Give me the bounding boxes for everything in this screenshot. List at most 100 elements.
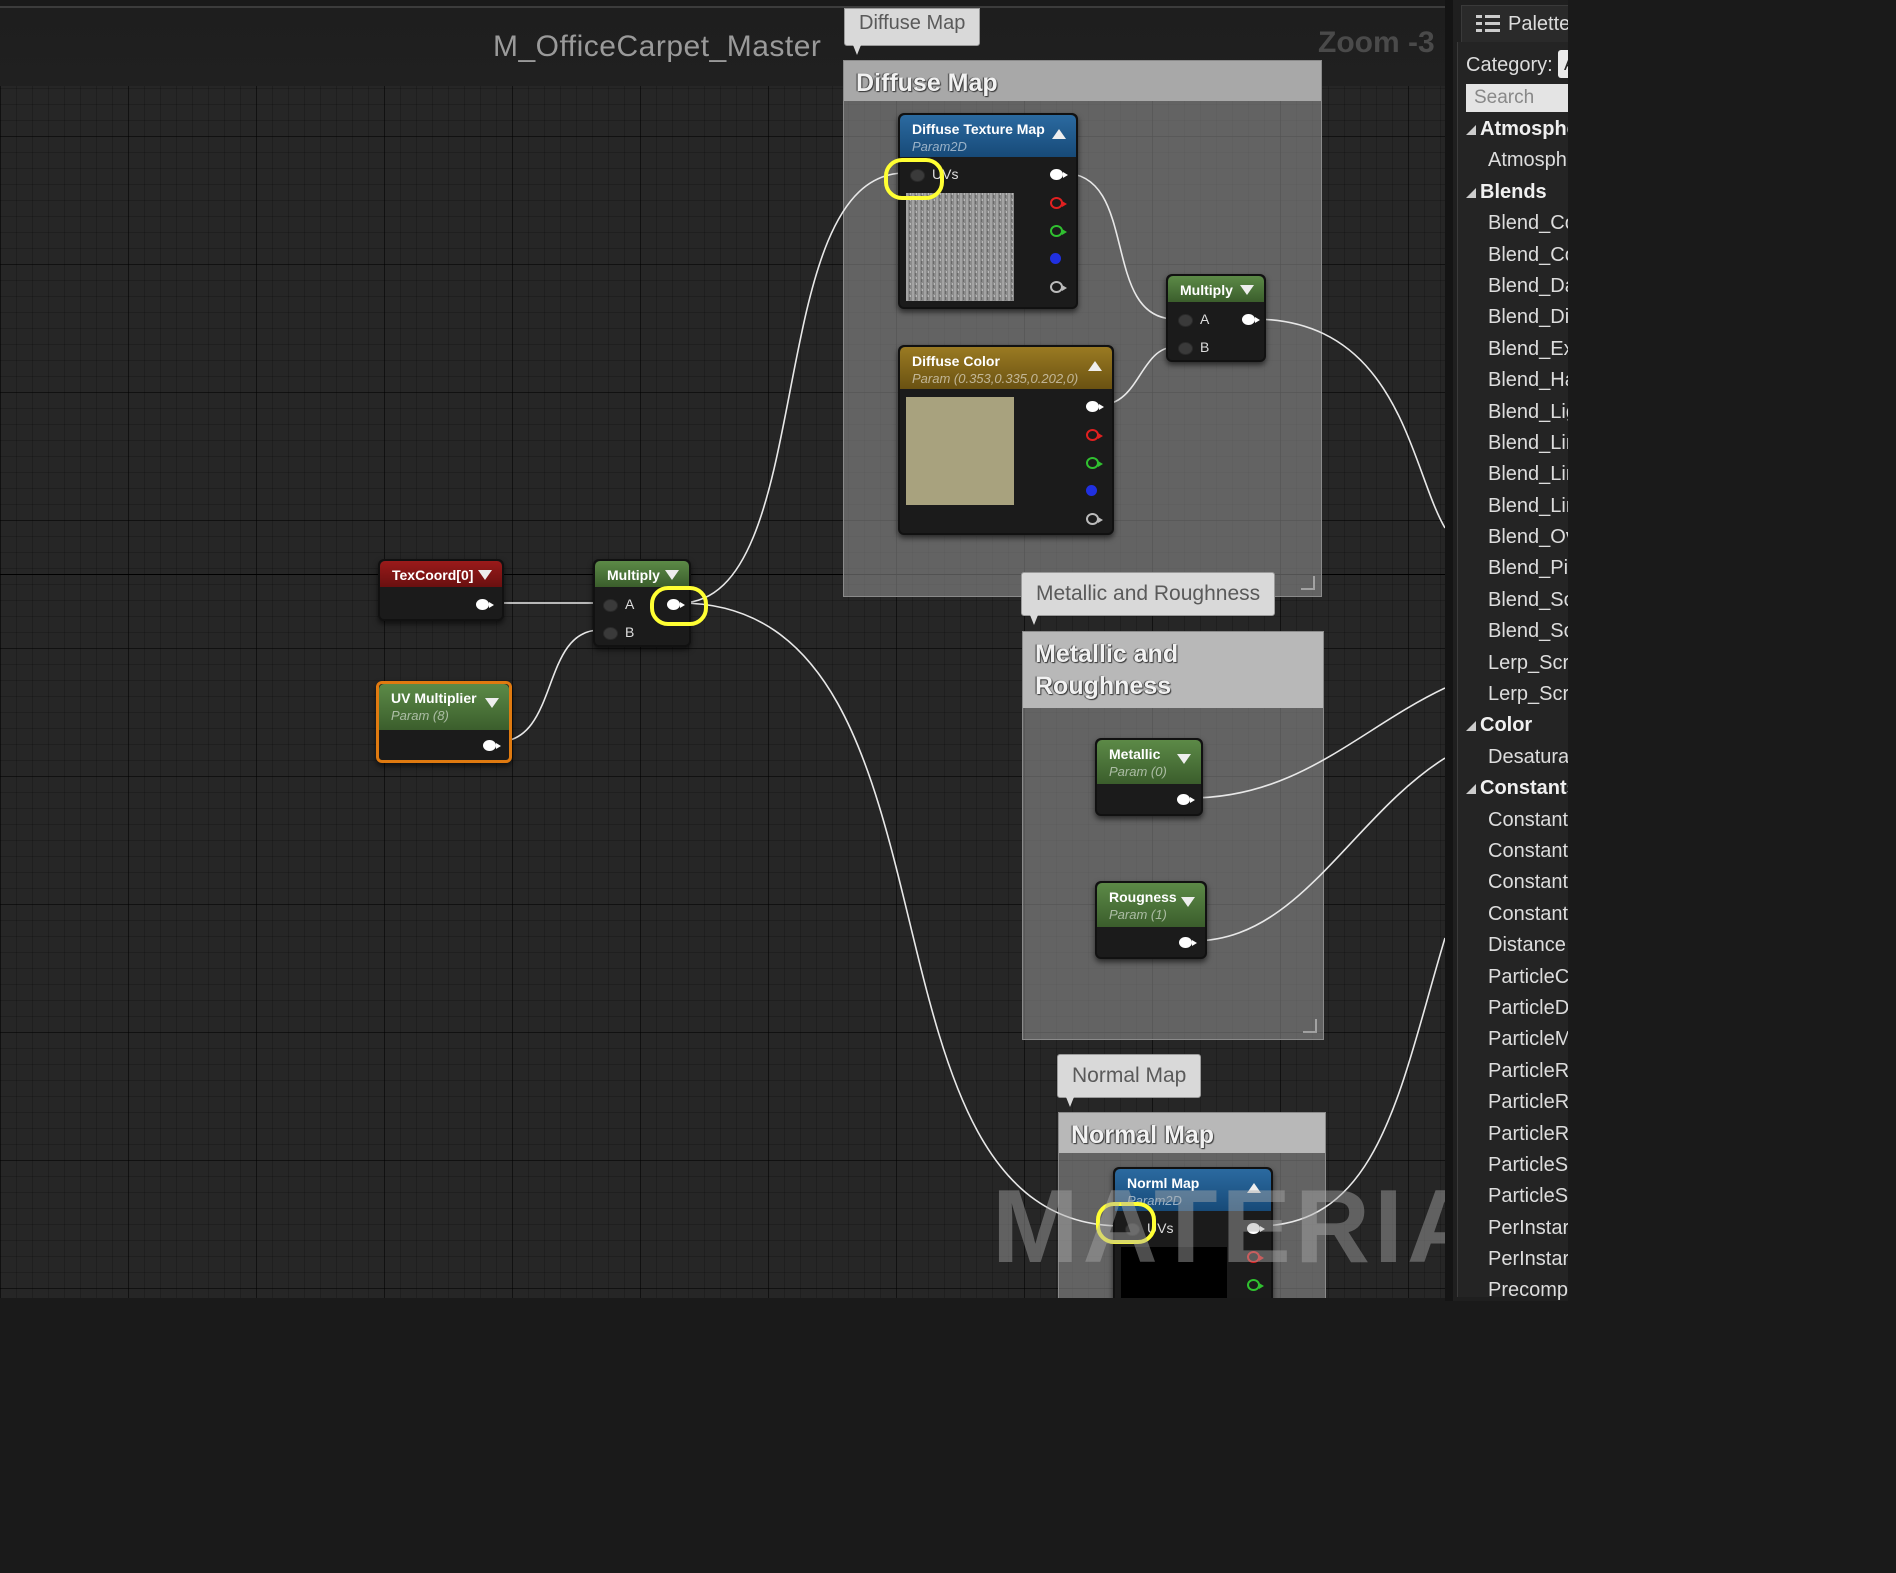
palette-item[interactable]: PerInstar bbox=[1458, 1213, 1568, 1244]
collapse-chevron-icon[interactable] bbox=[1181, 897, 1195, 907]
output-pin-alpha[interactable] bbox=[1086, 513, 1103, 525]
node-title: Metallic bbox=[1109, 746, 1161, 762]
collapse-chevron-icon[interactable] bbox=[1247, 1183, 1261, 1193]
wire-multiply-to-normal-uvs bbox=[679, 602, 1123, 1227]
palette-item[interactable]: Atmosph bbox=[1458, 145, 1568, 176]
palette-category[interactable]: Atmosphe bbox=[1458, 114, 1568, 145]
node-diffuse-color[interactable]: Diffuse Color Param (0.353,0.335,0.202,0… bbox=[898, 345, 1114, 535]
input-pin-b[interactable] bbox=[1178, 342, 1193, 355]
texture-preview-normal bbox=[1121, 1247, 1227, 1298]
node-metallic[interactable]: Metallic Param (0) bbox=[1095, 738, 1203, 816]
palette-category[interactable]: Constants bbox=[1458, 773, 1568, 804]
palette-item[interactable]: Blend_So bbox=[1458, 616, 1568, 647]
palette-item[interactable]: ParticleS bbox=[1458, 1150, 1568, 1181]
palette-item[interactable]: Precomp bbox=[1458, 1275, 1568, 1301]
node-title: Multiply bbox=[1180, 282, 1233, 298]
expand-triangle-icon[interactable] bbox=[1466, 721, 1476, 732]
palette-item[interactable]: Blend_So bbox=[1458, 585, 1568, 616]
output-pin-green[interactable] bbox=[1086, 457, 1103, 469]
collapse-chevron-icon[interactable] bbox=[1177, 754, 1191, 764]
palette-item[interactable]: Lerp_Scr bbox=[1458, 648, 1568, 679]
palette-item[interactable]: Constant bbox=[1458, 836, 1568, 867]
palette-item[interactable]: Blend_Ex bbox=[1458, 334, 1568, 365]
output-pin[interactable] bbox=[1179, 937, 1197, 948]
node-roughness[interactable]: Rougness Param (1) bbox=[1095, 881, 1207, 959]
palette-item[interactable]: Blend_Ha bbox=[1458, 365, 1568, 396]
palette-item-label: Precomp bbox=[1488, 1279, 1568, 1301]
palette-item[interactable]: Distance bbox=[1458, 930, 1568, 961]
palette-category[interactable]: Color bbox=[1458, 710, 1568, 741]
input-pin-a[interactable] bbox=[1178, 314, 1193, 327]
output-pin[interactable] bbox=[1177, 794, 1195, 805]
collapse-chevron-icon[interactable] bbox=[1052, 129, 1066, 139]
palette-item[interactable]: Constant bbox=[1458, 805, 1568, 836]
output-pin[interactable] bbox=[1242, 314, 1260, 325]
palette-item[interactable]: Blend_Co bbox=[1458, 208, 1568, 239]
palette-item[interactable]: Blend_Lir bbox=[1458, 459, 1568, 490]
palette-item[interactable]: ParticleM bbox=[1458, 1024, 1568, 1055]
palette-item[interactable]: ParticleS bbox=[1458, 1181, 1568, 1212]
input-pin-a[interactable] bbox=[603, 599, 618, 612]
highlight-ring bbox=[884, 158, 944, 200]
palette-item[interactable]: ParticleR bbox=[1458, 1087, 1568, 1118]
collapse-chevron-icon[interactable] bbox=[665, 570, 679, 580]
palette-item[interactable]: Blend_Lir bbox=[1458, 428, 1568, 459]
output-pin[interactable] bbox=[483, 740, 501, 751]
palette-item[interactable]: Blend_Di bbox=[1458, 302, 1568, 333]
palette-item[interactable]: Blend_Ov bbox=[1458, 522, 1568, 553]
category-dropdown[interactable]: A bbox=[1558, 50, 1568, 78]
material-graph-canvas[interactable]: M_OfficeCarpet_Master Zoom -3 Diffuse Ma… bbox=[0, 6, 1445, 1298]
palette-item[interactable]: Constant bbox=[1458, 867, 1568, 898]
collapse-chevron-icon[interactable] bbox=[1240, 285, 1254, 295]
node-subtitle: Param (1) bbox=[1109, 907, 1167, 922]
node-multiply-color[interactable]: Multiply A B bbox=[1166, 274, 1266, 362]
texture-preview-carpet bbox=[906, 193, 1014, 301]
palette-item[interactable]: ParticleR bbox=[1458, 1119, 1568, 1150]
palette-body: Category: A Atmosphe Atmosph Blends Blend_C… bbox=[1457, 42, 1568, 1301]
output-pin[interactable] bbox=[476, 599, 494, 610]
expand-triangle-icon[interactable] bbox=[1466, 125, 1476, 135]
palette-item[interactable]: Constant bbox=[1458, 899, 1568, 930]
palette-item[interactable]: Blend_Pi bbox=[1458, 553, 1568, 584]
collapse-chevron-icon[interactable] bbox=[478, 570, 492, 580]
collapse-chevron-icon[interactable] bbox=[485, 698, 499, 708]
collapse-chevron-icon[interactable] bbox=[1088, 361, 1102, 371]
output-pin-blue[interactable] bbox=[1086, 485, 1097, 496]
output-pin-red[interactable] bbox=[1247, 1251, 1264, 1263]
palette-item[interactable]: Blend_Da bbox=[1458, 271, 1568, 302]
expand-triangle-icon[interactable] bbox=[1466, 784, 1476, 795]
palette-item[interactable]: Blend_Lig bbox=[1458, 397, 1568, 428]
node-texcoord[interactable]: TexCoord[0] bbox=[378, 559, 504, 621]
output-pin-rgba[interactable] bbox=[1050, 169, 1068, 180]
wire-multiply-to-diffuse-uvs bbox=[679, 172, 906, 604]
output-pin-rgba[interactable] bbox=[1247, 1223, 1265, 1234]
node-title: Rougness bbox=[1109, 889, 1177, 905]
color-swatch bbox=[906, 397, 1014, 505]
palette-item[interactable]: ParticleD bbox=[1458, 993, 1568, 1024]
palette-item-label: ParticleC bbox=[1488, 965, 1568, 988]
output-pin-green[interactable] bbox=[1247, 1279, 1264, 1291]
output-pin-red[interactable] bbox=[1050, 197, 1067, 209]
palette-item[interactable]: ParticleR bbox=[1458, 1056, 1568, 1087]
output-pin-green[interactable] bbox=[1050, 225, 1067, 237]
output-pin-blue[interactable] bbox=[1050, 253, 1061, 264]
input-pin-b[interactable] bbox=[603, 627, 618, 640]
output-pin-alpha[interactable] bbox=[1050, 281, 1067, 293]
palette-item[interactable]: ParticleC bbox=[1458, 962, 1568, 993]
expand-triangle-icon[interactable] bbox=[1466, 187, 1476, 198]
output-pin-red[interactable] bbox=[1086, 429, 1103, 441]
palette-search-input[interactable] bbox=[1466, 84, 1568, 112]
list-icon bbox=[1476, 15, 1500, 33]
palette-item[interactable]: Desatura bbox=[1458, 742, 1568, 773]
palette-item[interactable]: Blend_Lir bbox=[1458, 491, 1568, 522]
node-title: TexCoord[0] bbox=[392, 567, 474, 583]
node-diffuse-texture-map[interactable]: Diffuse Texture Map Param2D UVs bbox=[898, 113, 1078, 309]
palette-category[interactable]: Blends bbox=[1458, 177, 1568, 208]
palette-item-label: Blend_Lig bbox=[1488, 400, 1568, 423]
node-uv-multiplier[interactable]: UV Multiplier Param (8) bbox=[376, 681, 512, 763]
palette-tab[interactable]: Palette bbox=[1461, 5, 1568, 43]
output-pin-rgba[interactable] bbox=[1086, 401, 1104, 412]
palette-item[interactable]: Lerp_Scr bbox=[1458, 679, 1568, 710]
palette-item[interactable]: PerInstar bbox=[1458, 1244, 1568, 1275]
palette-item[interactable]: Blend_Co bbox=[1458, 240, 1568, 271]
